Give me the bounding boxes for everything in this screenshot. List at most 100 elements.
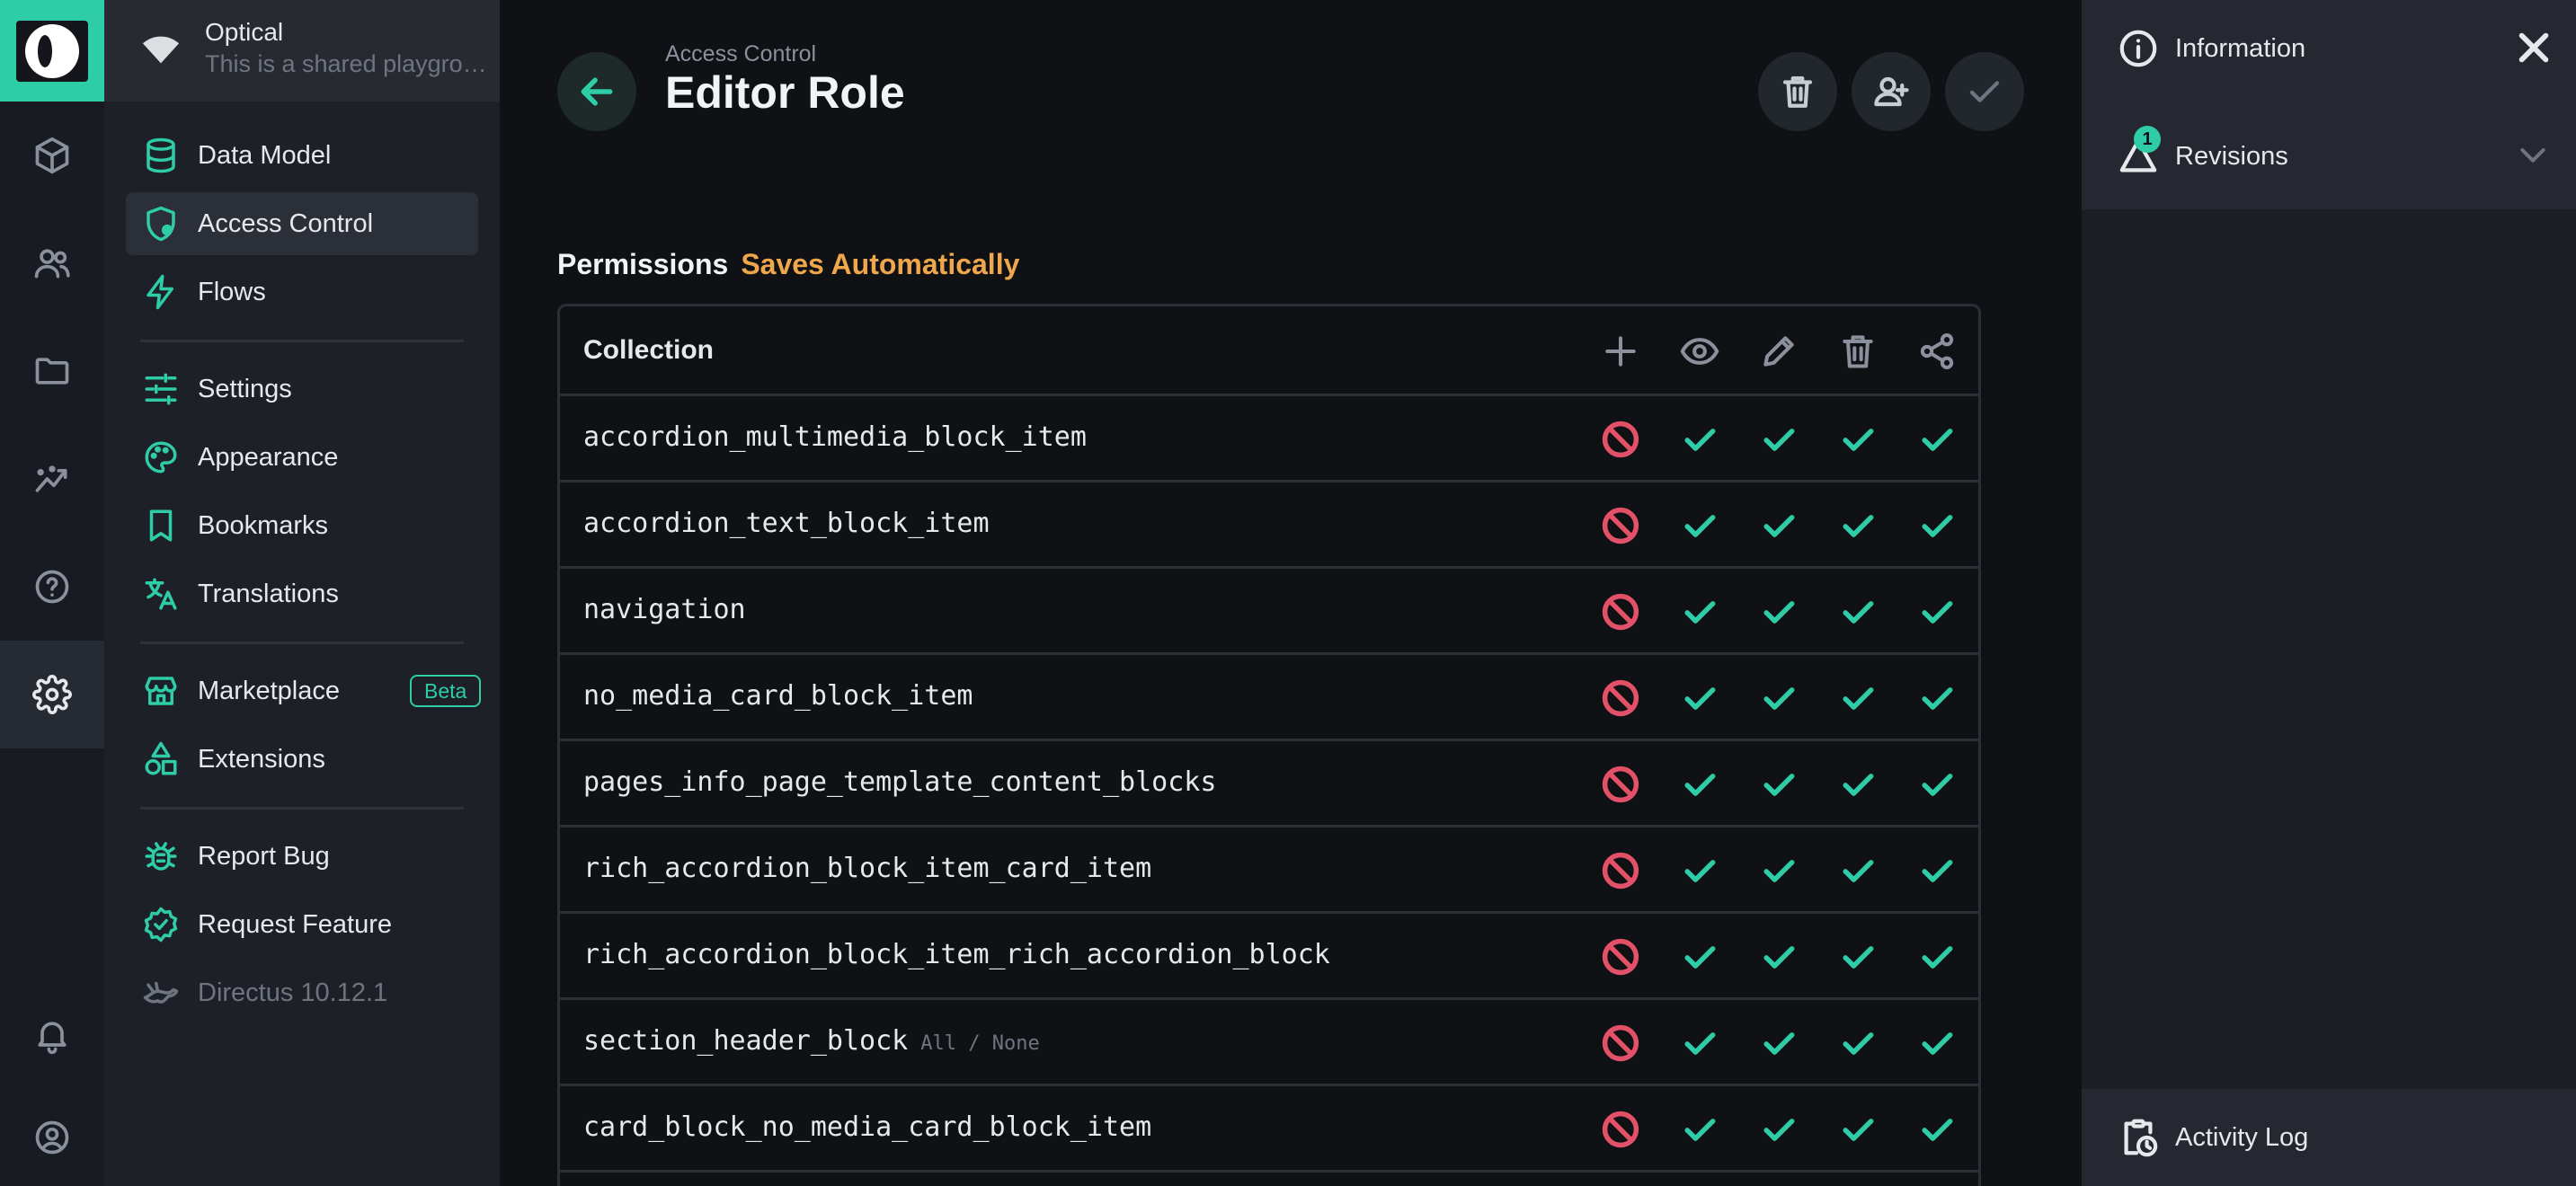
module-user-profile[interactable]	[0, 1089, 104, 1186]
module-files[interactable]	[0, 317, 104, 425]
permission-create-toggle[interactable]	[1601, 420, 1640, 459]
permission-read-toggle[interactable]	[1680, 765, 1719, 804]
permission-share-toggle[interactable]	[1917, 765, 1957, 804]
folder-icon	[35, 358, 69, 385]
nav-label: Settings	[198, 374, 292, 403]
tune-icon	[145, 373, 177, 405]
nav-item-data-model[interactable]: Data Model	[126, 124, 478, 187]
arrow-back-icon	[581, 77, 613, 106]
permission-read-toggle[interactable]	[1680, 1110, 1719, 1149]
permission-read-toggle[interactable]	[1680, 592, 1719, 632]
all-none-toggle[interactable]: All / None	[920, 1032, 1039, 1055]
module-settings[interactable]	[0, 641, 104, 748]
permission-share-toggle[interactable]	[1917, 851, 1957, 890]
permission-delete-toggle[interactable]	[1838, 765, 1878, 804]
permission-create-toggle[interactable]	[1601, 1110, 1640, 1149]
share-column-header[interactable]	[1917, 332, 1957, 371]
project-switcher[interactable]: Optical This is a shared playground for …	[104, 0, 500, 102]
permission-read-toggle[interactable]	[1680, 678, 1719, 718]
nav-item-report-bug[interactable]: Report Bug	[126, 825, 478, 888]
table-row: accordion_multimedia_block_item	[560, 396, 1978, 482]
permissions-label: Permissions	[557, 248, 729, 280]
main-content: Access Control Editor Role Permissions Sa…	[500, 0, 2082, 1186]
delete-column-header[interactable]	[1838, 332, 1878, 371]
permission-delete-toggle[interactable]	[1838, 420, 1878, 459]
permission-read-toggle[interactable]	[1680, 506, 1719, 545]
back-button[interactable]	[557, 52, 636, 131]
sidebar-item-activity-log[interactable]: Activity Log	[2082, 1089, 2576, 1186]
permission-update-toggle[interactable]	[1759, 592, 1799, 632]
module-insights[interactable]	[0, 425, 104, 533]
permission-delete-toggle[interactable]	[1838, 592, 1878, 632]
permission-share-toggle[interactable]	[1917, 1023, 1957, 1063]
permission-delete-toggle[interactable]	[1838, 506, 1878, 545]
permission-read-toggle[interactable]	[1680, 851, 1719, 890]
block-icon	[1602, 938, 1639, 976]
sidebar-item-revisions[interactable]: Revisions	[2082, 108, 2576, 205]
permission-read-toggle[interactable]	[1680, 420, 1719, 459]
permission-update-toggle[interactable]	[1759, 506, 1799, 545]
module-users[interactable]	[0, 209, 104, 317]
permission-create-toggle[interactable]	[1601, 765, 1640, 804]
close-sidebar-button[interactable]	[2513, 27, 2554, 68]
revisions-expand-toggle[interactable]	[2515, 137, 2551, 173]
wifi-icon	[142, 36, 180, 64]
check-icon	[1763, 687, 1795, 710]
nav-item-flows[interactable]: Flows	[126, 261, 478, 323]
nav-label: Appearance	[198, 442, 339, 472]
nav-item-version[interactable]: Directus 10.12.1	[126, 961, 478, 1024]
module-help[interactable]	[0, 533, 104, 641]
info-icon	[2119, 30, 2157, 67]
permission-share-toggle[interactable]	[1917, 678, 1957, 718]
project-name: Optical	[205, 18, 284, 46]
nav-item-appearance[interactable]: Appearance	[126, 426, 478, 489]
permission-share-toggle[interactable]	[1917, 420, 1957, 459]
permission-create-toggle[interactable]	[1601, 592, 1640, 632]
collection-label: pages_info_page_template_content_blocks	[583, 766, 1217, 798]
nav-item-translations[interactable]: Translations	[126, 562, 478, 625]
permission-delete-toggle[interactable]	[1838, 851, 1878, 890]
breadcrumb[interactable]: Access Control	[665, 41, 816, 67]
permission-delete-toggle[interactable]	[1838, 1110, 1878, 1149]
create-column-header[interactable]	[1601, 332, 1640, 371]
permission-create-toggle[interactable]	[1601, 937, 1640, 977]
nav-item-marketplace[interactable]: Marketplace Beta	[126, 659, 482, 722]
permission-update-toggle[interactable]	[1759, 1023, 1799, 1063]
sidebar-item-information[interactable]: Information	[2082, 0, 2576, 97]
read-column-header[interactable]	[1680, 332, 1719, 371]
permission-delete-toggle[interactable]	[1838, 937, 1878, 977]
permission-update-toggle[interactable]	[1759, 765, 1799, 804]
permission-delete-toggle[interactable]	[1838, 1023, 1878, 1063]
nav-item-request-feature[interactable]: Request Feature	[126, 893, 478, 956]
invite-user-button[interactable]	[1852, 52, 1931, 131]
nav-item-settings[interactable]: Settings	[126, 358, 478, 420]
permission-update-toggle[interactable]	[1759, 937, 1799, 977]
save-button[interactable]	[1945, 52, 2024, 131]
nav-item-bookmarks[interactable]: Bookmarks	[126, 494, 478, 557]
permission-create-toggle[interactable]	[1601, 506, 1640, 545]
nav-item-access-control[interactable]: Access Control	[126, 192, 478, 255]
nav-item-extensions[interactable]: Extensions	[126, 728, 478, 791]
project-logo[interactable]	[0, 0, 104, 102]
permission-update-toggle[interactable]	[1759, 851, 1799, 890]
permission-read-toggle[interactable]	[1680, 1023, 1719, 1063]
permission-update-toggle[interactable]	[1759, 420, 1799, 459]
check-icon	[1843, 946, 1874, 969]
delete-role-button[interactable]	[1758, 52, 1837, 131]
permission-share-toggle[interactable]	[1917, 506, 1957, 545]
gear-icon	[32, 675, 72, 714]
permission-read-toggle[interactable]	[1680, 937, 1719, 977]
check-icon	[1843, 429, 1874, 451]
permission-update-toggle[interactable]	[1759, 1110, 1799, 1149]
permission-create-toggle[interactable]	[1601, 678, 1640, 718]
permission-update-toggle[interactable]	[1759, 678, 1799, 718]
permission-share-toggle[interactable]	[1917, 592, 1957, 632]
permission-share-toggle[interactable]	[1917, 1110, 1957, 1149]
permission-share-toggle[interactable]	[1917, 937, 1957, 977]
module-content[interactable]	[0, 102, 104, 209]
permission-create-toggle[interactable]	[1601, 851, 1640, 890]
update-column-header[interactable]	[1759, 332, 1799, 371]
module-notifications[interactable]	[0, 981, 104, 1089]
permission-create-toggle[interactable]	[1601, 1023, 1640, 1063]
permission-delete-toggle[interactable]	[1838, 678, 1878, 718]
